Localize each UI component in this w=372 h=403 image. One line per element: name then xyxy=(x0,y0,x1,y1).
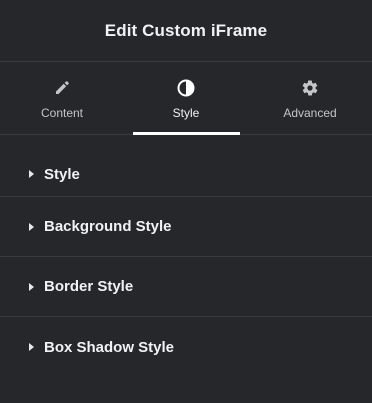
section-border-style-label: Border Style xyxy=(44,278,134,295)
section-box-shadow-style[interactable]: Box Shadow Style xyxy=(0,317,372,377)
tab-advanced-label: Advanced xyxy=(283,106,337,120)
half-circle-icon xyxy=(176,78,196,98)
section-style[interactable]: Style xyxy=(0,135,372,197)
caret-right-icon xyxy=(29,282,34,291)
section-style-label: Style xyxy=(44,165,80,183)
section-background-style-label: Background Style xyxy=(44,218,172,235)
section-box-shadow-style-label: Box Shadow Style xyxy=(44,338,175,356)
tab-advanced[interactable]: Advanced xyxy=(248,62,372,134)
section-background-style[interactable]: Background Style xyxy=(0,197,372,257)
pencil-icon xyxy=(52,78,72,98)
editor-panel: Edit Custom iFrame Content Style Advance… xyxy=(0,0,372,403)
gear-icon xyxy=(300,78,320,98)
caret-right-icon xyxy=(29,222,34,231)
panel-title: Edit Custom iFrame xyxy=(104,20,268,40)
caret-right-icon xyxy=(29,343,34,351)
panel-header: Edit Custom iFrame xyxy=(0,0,372,62)
tab-content-label: Content xyxy=(40,106,84,120)
section-border-style[interactable]: Border Style xyxy=(0,257,372,317)
tab-style-label: Style xyxy=(172,106,200,120)
tab-bar: Content Style Advanced xyxy=(0,62,372,135)
tab-style[interactable]: Style xyxy=(124,62,248,135)
tab-content[interactable]: Content xyxy=(0,62,124,134)
caret-right-icon xyxy=(29,170,34,178)
style-sections: Style Background Style Border Style Box … xyxy=(0,135,372,377)
